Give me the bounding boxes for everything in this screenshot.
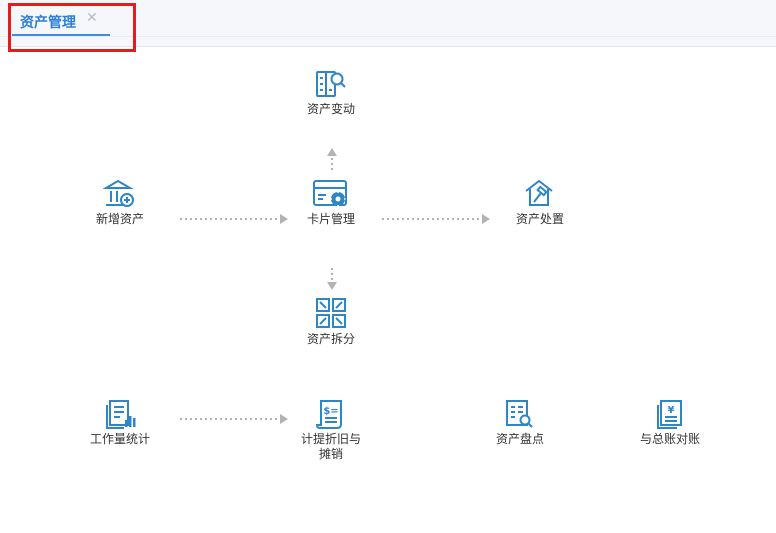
- card-gear-icon: [313, 180, 347, 207]
- node-label: 计提折旧与摊销: [300, 432, 361, 461]
- node-label: 与总账对账: [639, 432, 700, 446]
- node-asset-split[interactable]: 资产拆分: [271, 296, 391, 347]
- highlight-box: [8, 3, 136, 52]
- node-label: 新增资产: [95, 212, 144, 226]
- node-asset-inventory[interactable]: 资产盘点: [460, 398, 580, 447]
- flow-arrow-up: [327, 148, 337, 170]
- ledger-search-icon: [506, 400, 533, 428]
- svg-text:¥: ¥: [668, 405, 675, 416]
- flow-arrow-down: [327, 268, 337, 290]
- node-label: 工作量统计: [89, 432, 150, 446]
- split-arrows-icon: [316, 298, 346, 328]
- svg-text:$=: $=: [323, 406, 338, 417]
- flow-arrow-right: [180, 214, 288, 224]
- node-label: 资产处置: [515, 212, 564, 226]
- node-depreciation[interactable]: $= 计提折旧与摊销: [271, 398, 391, 462]
- scroll-dollar-icon: $=: [315, 400, 342, 429]
- asset-search-icon: [316, 71, 346, 97]
- node-label: 资产盘点: [495, 432, 544, 446]
- yen-document-icon: ¥: [657, 400, 682, 429]
- node-new-asset[interactable]: 新增资产: [60, 178, 180, 227]
- flow-arrow-right: [382, 214, 490, 224]
- node-label: 资产变动: [306, 102, 355, 116]
- node-label: 资产拆分: [306, 332, 355, 346]
- node-workload-stats[interactable]: 工作量统计: [60, 398, 180, 447]
- document-chart-icon: [106, 400, 136, 429]
- node-asset-change[interactable]: 资产变动: [271, 68, 391, 117]
- house-hammer-icon: [525, 179, 553, 206]
- bank-add-icon: [103, 179, 134, 207]
- flow-arrow-right: [180, 414, 288, 424]
- node-ledger-reconcile[interactable]: ¥ 与总账对账: [610, 398, 730, 447]
- node-asset-disposal[interactable]: 资产处置: [480, 178, 600, 227]
